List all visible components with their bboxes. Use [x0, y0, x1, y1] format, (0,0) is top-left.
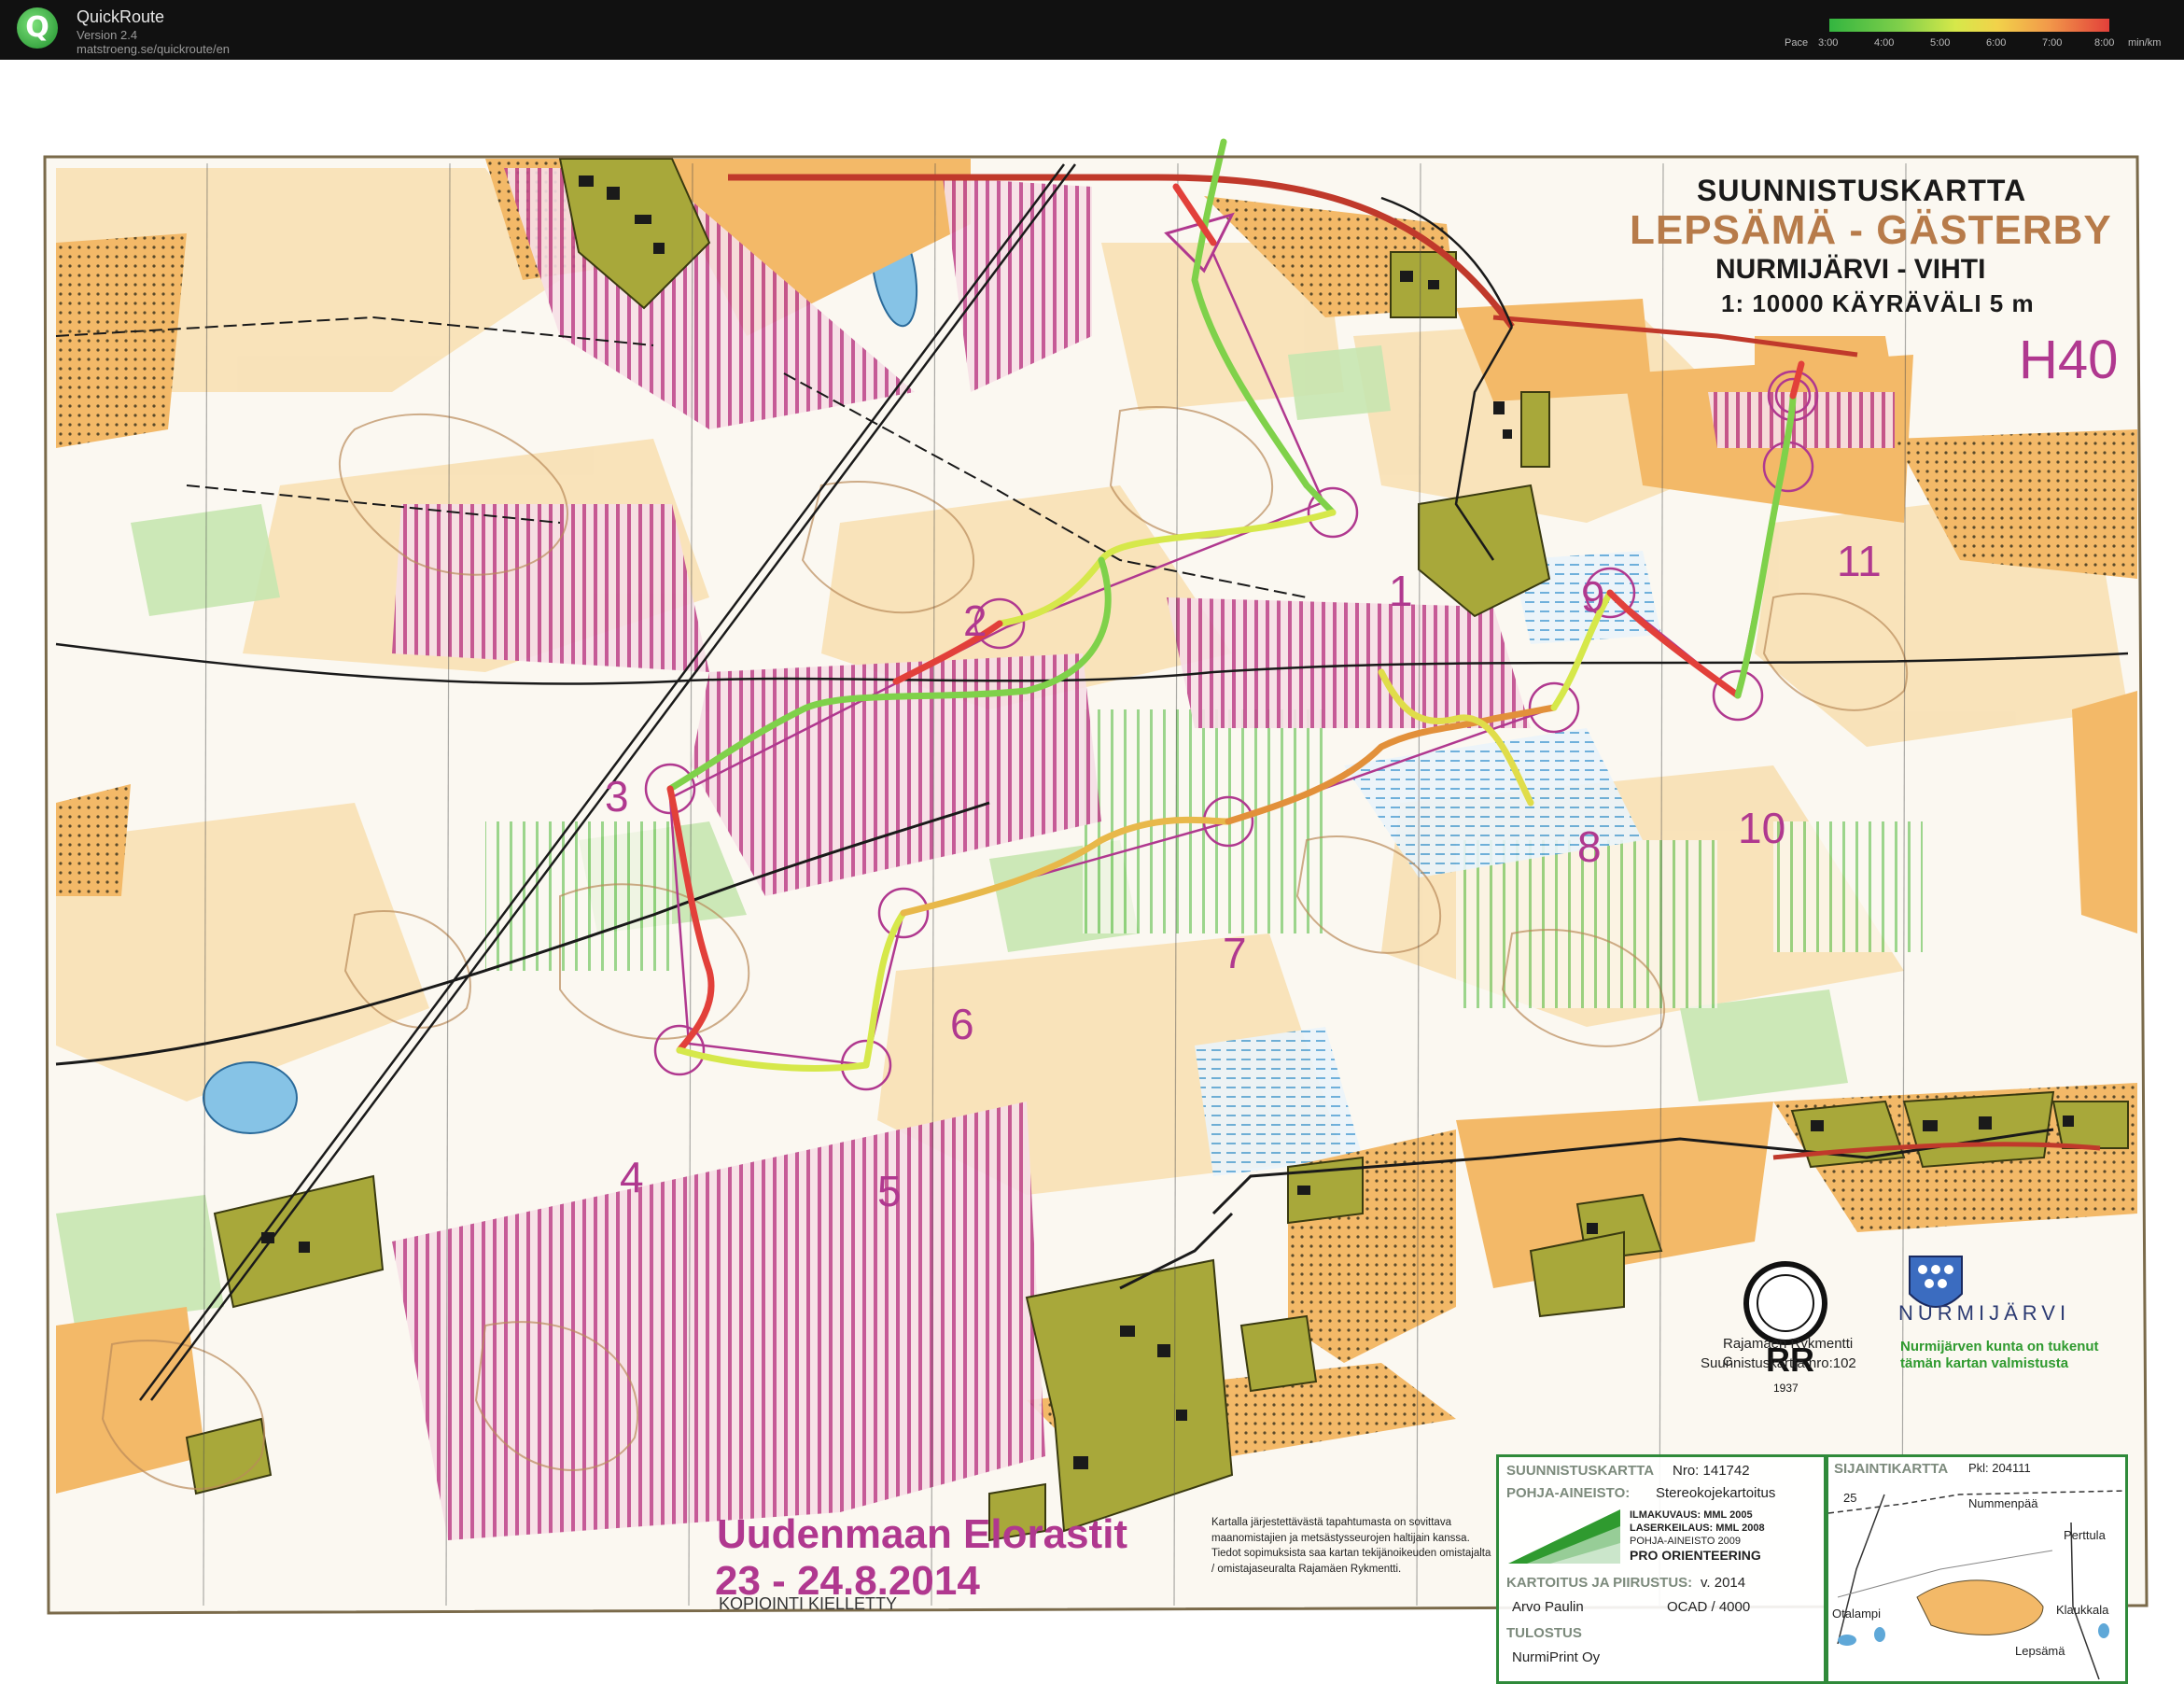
rr-organisation: Rajamäen Rykmentti — [1723, 1336, 1854, 1352]
control-number: 7 — [1223, 929, 1247, 977]
map-scale: 1: 10000 KÄYRÄVÄLI 5 m — [1721, 289, 2035, 317]
location-map: SIJAINTIKARTTA Pkl: 204111 25 Nummenpää … — [1826, 1454, 2128, 1684]
info-base-value: Stereokojekartoitus — [1656, 1485, 1776, 1501]
info-laser: LASERKEILAUS: MML 2008 — [1630, 1523, 1765, 1534]
pace-unit: min/km — [2128, 37, 2162, 49]
pace-color-scale — [1829, 19, 2109, 32]
location-place: Lepsämä — [2015, 1644, 2065, 1658]
control-number: 1 — [1389, 567, 1413, 615]
control-number: 8 — [1577, 822, 1602, 871]
info-base-maker: PRO ORIENTEERING — [1630, 1548, 1761, 1563]
location-place: Klaukkala — [2056, 1603, 2109, 1617]
info-printer: NurmiPrint Oy — [1512, 1649, 1601, 1665]
map-name: LEPSÄMÄ - GÄSTERBY — [1630, 207, 2112, 253]
info-print-label: TULOSTUS — [1506, 1625, 1582, 1641]
location-road-number: 25 — [1843, 1491, 1857, 1505]
location-map-pkl: Pkl: 204111 — [1968, 1461, 2031, 1475]
pace-scale-label: Pace — [1785, 37, 1809, 49]
control-number: 3 — [605, 772, 629, 821]
pace-tick: 6:00 — [1986, 37, 2007, 49]
municipality-name: NURMIJÄRVI — [1898, 1301, 2071, 1325]
info-software: OCAD / 4000 — [1667, 1599, 1751, 1615]
pace-tick: 7:00 — [2042, 37, 2063, 49]
info-mapping-year: v. 2014 — [1701, 1575, 1746, 1591]
location-place: Otalampi — [1832, 1607, 1882, 1621]
app-version: Version 2.4 — [77, 28, 138, 42]
map-title: SUUNNISTUSKARTTA — [1697, 174, 2027, 207]
info-map-label: SUUNNISTUSKARTTA — [1506, 1463, 1655, 1479]
info-mapping-label: KARTOITUS JA PIIRUSTUS: — [1506, 1575, 1693, 1591]
municipality-note: Nurmijärven kunta on tukenut — [1900, 1339, 2099, 1354]
control-number: 2 — [963, 596, 987, 645]
info-base-year: POHJA-AINEISTO 2009 — [1630, 1536, 1742, 1547]
course-class: H40 — [2019, 330, 2119, 390]
app-url[interactable]: matstroeng.se/quickroute/en — [77, 42, 230, 56]
location-place: Nummenpää — [1968, 1496, 2038, 1510]
pace-tick: 3:00 — [1818, 37, 1839, 49]
control-number: 5 — [877, 1167, 902, 1215]
map-info-box: SUUNNISTUSKARTTA Nro: 141742 POHJA-AINEI… — [1496, 1454, 1827, 1684]
event-name: Uudenmaan Elorastit — [717, 1511, 1128, 1557]
municipality-note: tämän kartan valmistusta — [1900, 1355, 2069, 1371]
pace-tick: 8:00 — [2094, 37, 2115, 49]
location-map-label: SIJAINTIKARTTA — [1834, 1461, 1949, 1477]
orienteering-map[interactable]: SUUNNISTUSKARTTA LEPSÄMÄ - GÄSTERBY NURM… — [0, 60, 2184, 1684]
control-number: 9 — [1581, 572, 1605, 621]
pace-tick: 4:00 — [1874, 37, 1895, 49]
location-place: Perttula — [2064, 1528, 2106, 1542]
control-number: 10 — [1738, 804, 1786, 852]
control-number: 4 — [620, 1153, 644, 1201]
land-use-notice: Kartalla järjestettävästä tapahtumasta o… — [1211, 1517, 1491, 1576]
municipality-crest-icon — [1909, 1256, 1963, 1308]
pro-orienteering-logo-icon — [1508, 1509, 1620, 1564]
control-number: 6 — [950, 1000, 974, 1048]
rr-logo-icon — [1743, 1261, 1827, 1345]
info-aerial: ILMAKUVAUS: MML 2005 — [1630, 1509, 1753, 1521]
map-area: NURMIJÄRVI - VIHTI — [1715, 254, 1986, 285]
location-map-drawing — [1828, 1490, 2125, 1680]
control-number: 11 — [1837, 537, 1882, 585]
rr-logo-year: 1937 — [1773, 1382, 1799, 1395]
copy-warning: KOPIOINTI KIELLETTY — [719, 1594, 898, 1613]
info-mapper: Arvo Paulin — [1512, 1599, 1584, 1615]
app-title-bar: Q QuickRoute Version 2.4 matstroeng.se/q… — [0, 0, 2184, 60]
quickroute-logo-icon: Q — [17, 7, 58, 49]
info-base-label: POHJA-AINEISTO: — [1506, 1485, 1631, 1501]
info-map-number: Nro: 141742 — [1673, 1463, 1750, 1479]
pace-tick: 5:00 — [1930, 37, 1951, 49]
rr-map-number: Suunnistuskartta nro:102 — [1701, 1355, 1856, 1371]
app-name: QuickRoute — [77, 7, 165, 26]
